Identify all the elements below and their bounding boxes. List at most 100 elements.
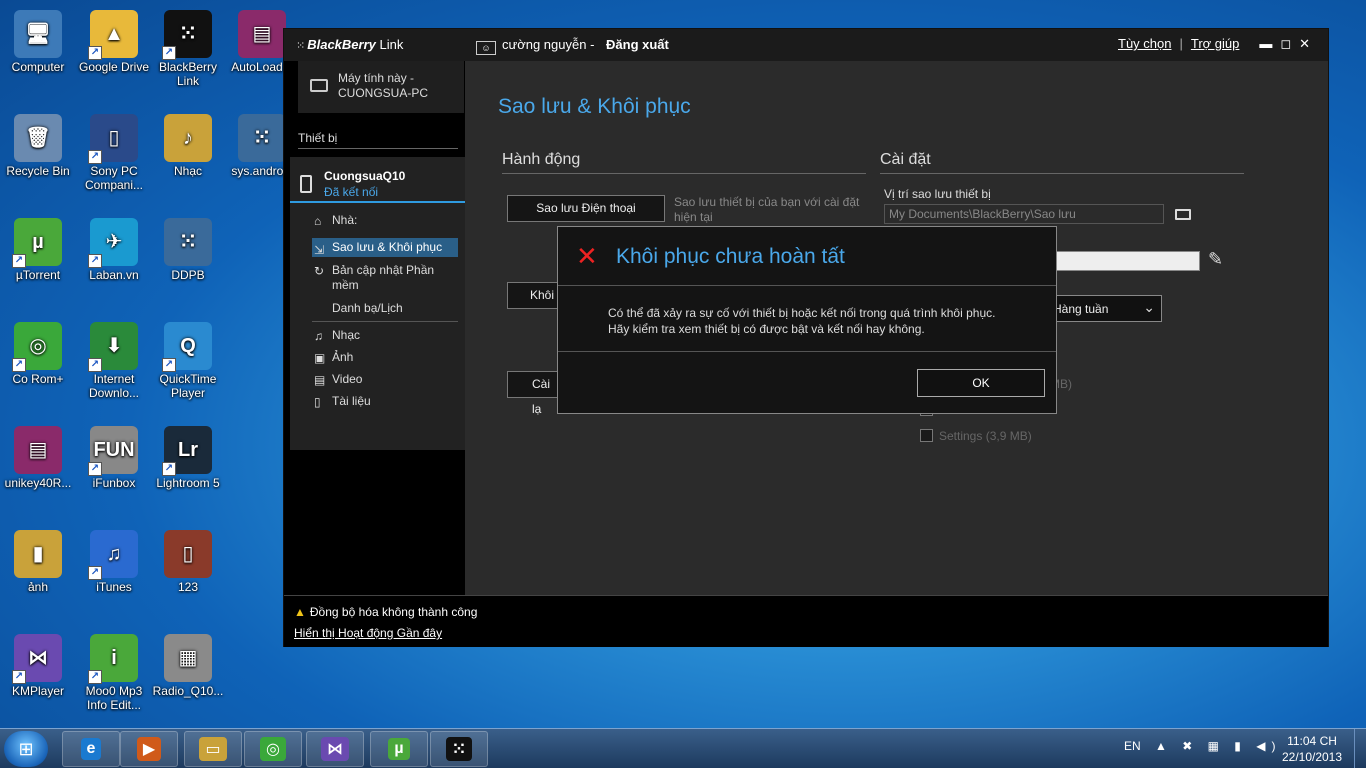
backup-location-field[interactable]: My Documents\BlackBerry\Sao lưu (884, 204, 1164, 224)
taskbar-app-icon: ▭ (199, 737, 227, 761)
nav-label: Nhà: (332, 213, 358, 227)
desktop-icon[interactable]: i ↗ Moo0 Mp3 Info Edit... (76, 634, 152, 712)
status-bar: ▲ Đồng bộ hóa không thành công Hiển thị H… (284, 595, 1328, 647)
brand-prefix: BlackBerry (307, 37, 376, 52)
taskbar-app-button[interactable]: ⋈ (306, 731, 364, 767)
window-controls[interactable]: ▬◻✕ (1259, 36, 1318, 52)
show-desktop-button[interactable] (1354, 729, 1366, 768)
device-header[interactable]: CuongsuaQ10 Đã kết nối (290, 167, 465, 203)
sidebar-item-this-pc[interactable]: Máy tính này - CUONGSUA-PC (298, 61, 464, 113)
logout-link[interactable]: Đăng xuất (606, 37, 669, 52)
ok-button[interactable]: OK (917, 369, 1045, 397)
clock[interactable]: 11:04 CH 22/10/2013 (1276, 733, 1348, 765)
taskbar-app-button[interactable]: ⁙ (430, 731, 488, 767)
desktop-icon[interactable]: FUN ↗ iFunbox (76, 426, 152, 490)
nav-label: Video (332, 372, 363, 386)
tray-icons[interactable]: ▲ ✖ ▦ ▮ ◀) (1155, 739, 1281, 753)
backup-description: Sao lưu thiết bị của bạn với cài đặt hiệ… (674, 195, 859, 225)
actions-heading: Hành động (502, 151, 866, 174)
sidebar-item-backup-restore[interactable]: ⇲ Sao lưu & Khôi phục (312, 238, 458, 257)
desktop-icon[interactable]: ◎ ↗ Co Rom+ (0, 322, 76, 386)
checkbox[interactable] (920, 429, 933, 442)
desktop-icon[interactable]: Q ↗ QuickTime Player (150, 322, 226, 400)
photo-icon: ▣ (314, 351, 326, 365)
backup-desc-line2: hiện tại (674, 210, 713, 224)
frequency-select[interactable]: Hàng tuần ⌄ (1044, 295, 1162, 322)
taskbar-app-icon: µ (388, 738, 410, 760)
folder-icon[interactable] (1175, 209, 1191, 220)
name-field[interactable] (1044, 251, 1200, 271)
language-indicator[interactable]: EN (1124, 739, 1141, 753)
app-icon: 🗑 (14, 114, 62, 162)
pc-name-line2: CUONGSUA-PC (338, 86, 429, 100)
user-card-icon: ☺ (476, 41, 496, 55)
taskbar-app-icon: e (80, 738, 102, 760)
desktop-icon-label: ảnh (27, 580, 49, 594)
taskbar-app-button[interactable]: ▭ (184, 731, 242, 767)
app-glyph: Lr (178, 439, 198, 461)
sidebar-item-music[interactable]: ♫ Nhạc (312, 328, 458, 343)
options-link[interactable]: Tùy chọn (1118, 36, 1171, 51)
shortcut-arrow-icon: ↗ (162, 462, 176, 476)
blackberry-link-window: ⁙ BlackBerry Link ☺ cường nguyễn - Đăng xu… (283, 28, 1329, 647)
desktop-icon[interactable]: ▲ ↗ Google Drive (76, 10, 152, 74)
music-note-icon: ♫ (314, 329, 323, 343)
desktop-icon[interactable]: 🖥 Computer (0, 10, 76, 74)
help-link[interactable]: Trợ giúp (1191, 36, 1240, 51)
link-separator: | (1179, 36, 1183, 51)
app-icon: ✈ ↗ (88, 218, 138, 268)
desktop-icon[interactable]: ⋈ ↗ KMPlayer (0, 634, 76, 698)
desktop-icon[interactable]: ▦ Radio_Q10... (150, 634, 226, 698)
desktop-icon[interactable]: µ ↗ µTorrent (0, 218, 76, 282)
title-bar: ⁙ BlackBerry Link ☺ cường nguyễn - Đăng xu… (284, 29, 1328, 61)
sidebar-item-home[interactable]: ⌂ Nhà: (312, 213, 458, 228)
sidebar-item-software-update[interactable]: ↻ Bản cập nhật Phần mềm (312, 263, 458, 293)
taskbar-app-button[interactable]: ▶ (120, 731, 178, 767)
taskbar-app-button[interactable]: e (62, 731, 120, 767)
shortcut-arrow-icon: ↗ (88, 358, 102, 372)
desktop-icon[interactable]: Lr ↗ Lightroom 5 (150, 426, 226, 490)
nav-label: Tài liệu (332, 394, 371, 408)
backup-phone-button[interactable]: Sao lưu Điện thoại (507, 195, 665, 222)
backup-icon: ⇲ (314, 243, 325, 257)
device-panel: CuongsuaQ10 Đã kết nối ⌂ Nhà: ⇲ Sao lưu & … (290, 157, 465, 450)
nav-label: Nhạc (332, 328, 361, 342)
sidebar-item-contacts-calendar[interactable]: Danh bạ/Lịch (312, 301, 458, 316)
shortcut-arrow-icon: ↗ (88, 254, 102, 268)
reinstall-button[interactable]: Cài lạ (507, 371, 559, 416)
desktop-icon[interactable]: ▯ ↗ Sony PC Compani... (76, 114, 152, 192)
desktop-icon[interactable]: ▯ 123 (150, 530, 226, 594)
dialog-message: Có thể đã xảy ra sự cố với thiết bị hoặc… (608, 305, 995, 337)
windows-logo-icon: ⊞ (18, 738, 34, 759)
desktop-icon[interactable]: ⁙ DDPB (150, 218, 226, 282)
settings-checkbox-row[interactable]: Settings (3,9 MB) (920, 429, 1032, 443)
pc-name-line1: Máy tính này - (338, 71, 415, 85)
taskbar-app-button[interactable]: ◎ (244, 731, 302, 767)
desktop-icon[interactable]: ⬇ ↗ Internet Downlo... (76, 322, 152, 400)
sidebar-item-photos[interactable]: ▣ Ảnh (312, 350, 458, 365)
taskbar: ⊞ e ▶ ▭ ◎ ⋈ µ ⁙ EN ▲ ✖ ▦ ▮ ◀) 11:04 CH 22/10/2… (0, 728, 1366, 768)
restore-button[interactable]: Khôi (507, 282, 559, 309)
app-glyph: ⬇ (105, 335, 123, 357)
device-name: CuongsuaQ10 (324, 169, 406, 183)
desktop-icon[interactable]: ⁙ ↗ BlackBerry Link (150, 10, 226, 88)
desktop-icon[interactable]: ♪ Nhạc (150, 114, 226, 178)
app-icon: ⋈ ↗ (12, 634, 62, 684)
start-button[interactable]: ⊞ (4, 731, 48, 767)
desktop-icon[interactable]: 🗑 Recycle Bin (0, 114, 76, 178)
taskbar-app-button[interactable]: µ (370, 731, 428, 767)
desktop-icon-label: BlackBerry Link (158, 60, 217, 88)
sidebar-item-documents[interactable]: ▯ Tài liệu (312, 394, 458, 409)
shortcut-arrow-icon: ↗ (88, 566, 102, 580)
desktop-icon[interactable]: ▮ ảnh (0, 530, 76, 594)
app-icon: ▯ (164, 530, 212, 578)
sidebar-item-video[interactable]: ▤ Video (312, 372, 458, 387)
error-x-icon: ✕ (576, 241, 598, 271)
desktop-icon[interactable]: ✈ ↗ Laban.vn (76, 218, 152, 282)
desktop-icon[interactable]: ♫ ↗ iTunes (76, 530, 152, 594)
nav-label: Bản cập nhật Phần (332, 263, 435, 277)
app-glyph: ✈ (105, 231, 123, 253)
pencil-icon[interactable]: ✎ (1208, 249, 1223, 270)
recent-activity-link[interactable]: Hiển thị Hoạt động Gần đây (294, 626, 442, 640)
desktop-icon[interactable]: ▤ unikey40R... (0, 426, 76, 490)
